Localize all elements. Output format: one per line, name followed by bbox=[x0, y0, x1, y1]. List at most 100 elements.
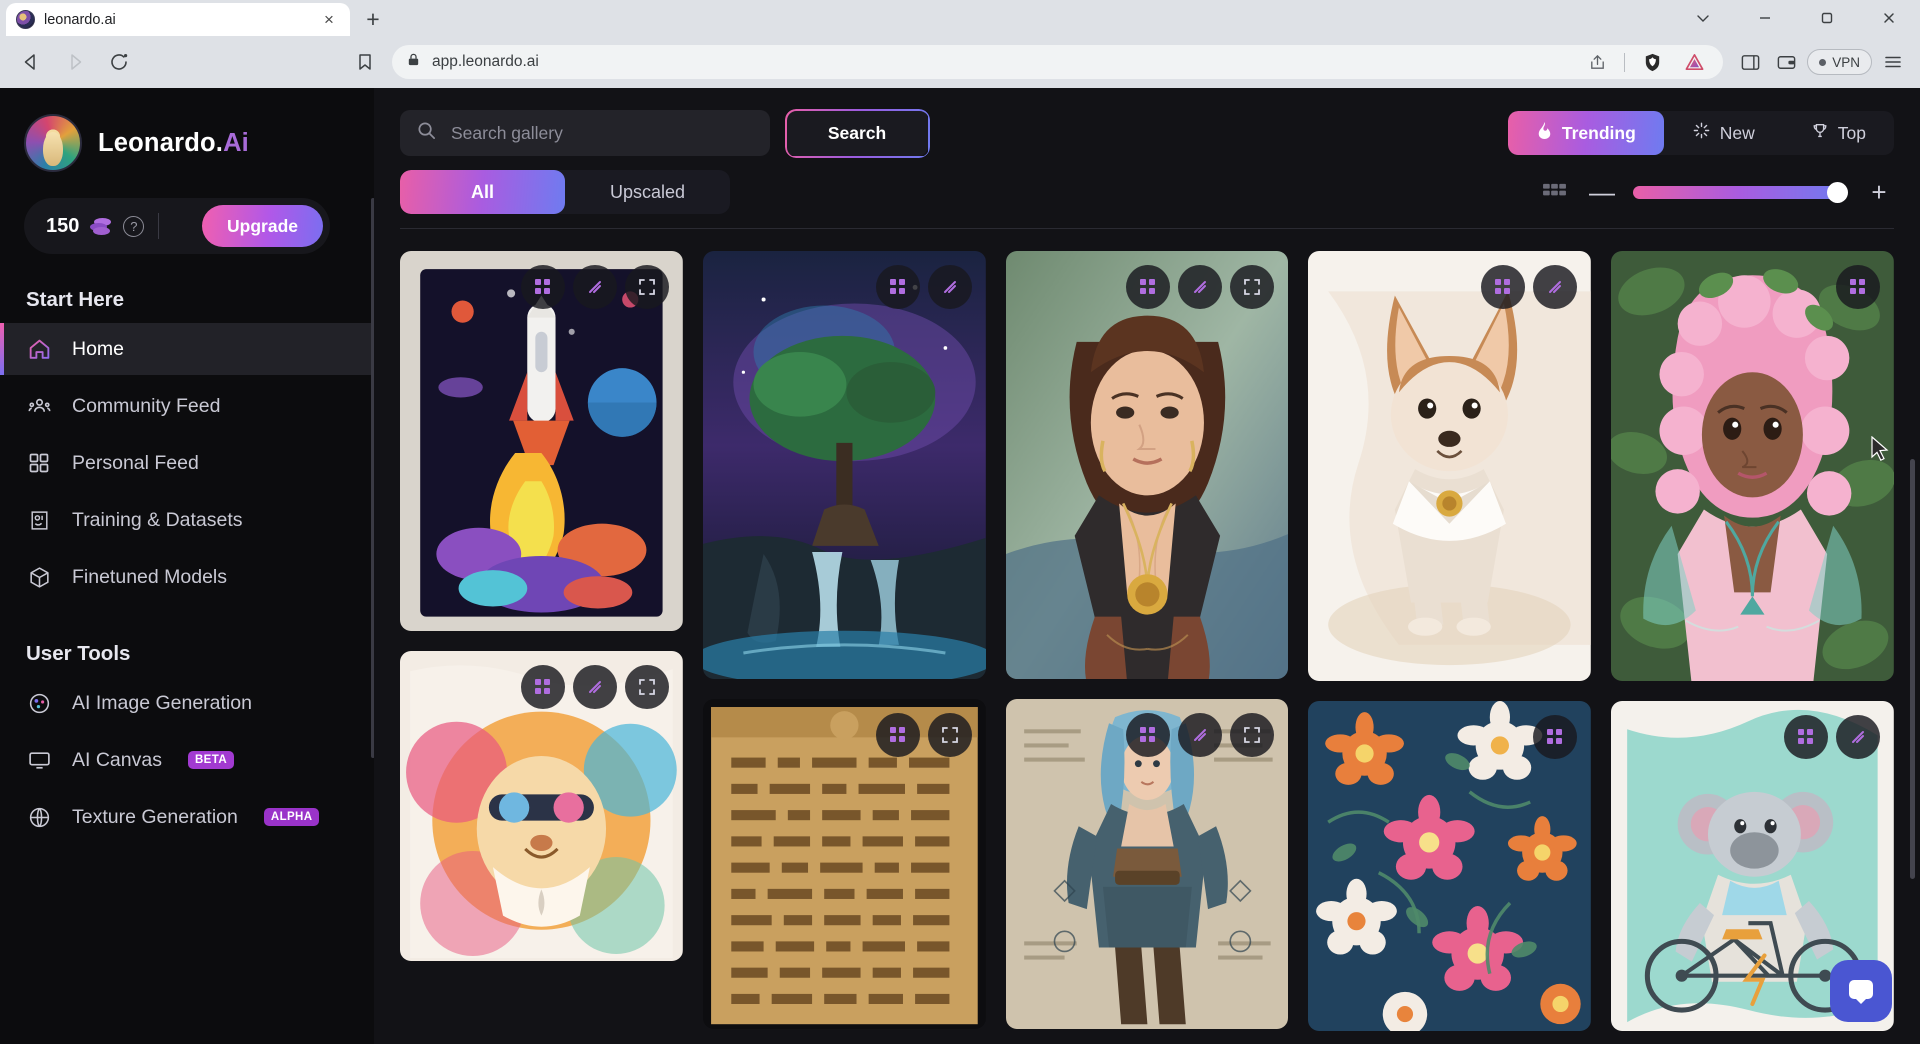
leonardo-logo-icon bbox=[24, 114, 82, 172]
copy-prompt-icon[interactable] bbox=[1835, 265, 1880, 309]
sidebar-item-texture-generation[interactable]: Texture Generation ALPHA bbox=[0, 791, 374, 843]
credits-coin-icon bbox=[90, 218, 112, 235]
copy-prompt-icon[interactable] bbox=[1126, 713, 1171, 757]
gallery-column bbox=[1308, 251, 1592, 1031]
gallery-card-floral-pattern-orange-blue[interactable] bbox=[1308, 701, 1592, 1031]
maximize-icon[interactable] bbox=[1796, 0, 1858, 36]
copy-prompt-icon[interactable] bbox=[520, 265, 565, 309]
share-icon[interactable] bbox=[1582, 47, 1612, 77]
vpn-label: VPN bbox=[1832, 54, 1860, 70]
sidebar-item-ai-image-generation[interactable]: AI Image Generation bbox=[0, 677, 374, 729]
close-icon[interactable]: × bbox=[318, 9, 340, 31]
remix-wand-icon[interactable] bbox=[1533, 265, 1578, 309]
fullscreen-expand-icon[interactable] bbox=[1230, 713, 1275, 757]
brave-wallet-icon[interactable] bbox=[1771, 47, 1801, 77]
copy-prompt-icon[interactable] bbox=[1783, 715, 1828, 759]
app-sidebar: Leonardo.Ai 150 ? Upgrade Start Here Hom… bbox=[0, 88, 375, 1044]
url-text[interactable]: app.leonardo.ai bbox=[432, 53, 1571, 71]
copy-prompt-icon[interactable] bbox=[875, 713, 920, 757]
tab-trending[interactable]: Trending bbox=[1507, 111, 1664, 155]
bookmark-icon[interactable] bbox=[350, 47, 380, 77]
gallery-card-pink-hair-fairy-portrait[interactable] bbox=[1611, 251, 1894, 681]
address-bar[interactable]: app.leonardo.ai bbox=[392, 45, 1724, 79]
fullscreen-expand-icon[interactable] bbox=[624, 265, 669, 309]
gallery-card-rocket-launch-illustration[interactable] bbox=[400, 251, 683, 631]
copy-prompt-icon[interactable] bbox=[520, 665, 565, 709]
gallery-card-blue-hair-warrior-character[interactable] bbox=[1005, 699, 1289, 1029]
vpn-dot-icon bbox=[1819, 58, 1827, 66]
browser-tab[interactable]: leonardo.ai × bbox=[6, 3, 350, 36]
card-action-bar bbox=[1783, 715, 1880, 759]
remix-wand-icon[interactable] bbox=[1178, 265, 1223, 309]
copy-prompt-icon[interactable] bbox=[1533, 715, 1578, 759]
fullscreen-expand-icon[interactable] bbox=[624, 665, 669, 709]
remix-wand-icon[interactable] bbox=[572, 665, 617, 709]
tab-top[interactable]: Top bbox=[1783, 111, 1894, 155]
brand-logo-block[interactable]: Leonardo.Ai bbox=[0, 88, 374, 172]
page-scrollbar[interactable] bbox=[1910, 459, 1915, 879]
tab-strip: leonardo.ai × + bbox=[0, 0, 1920, 36]
search-input[interactable]: Search gallery bbox=[400, 110, 770, 156]
gallery-card-lion-sunglasses-watercolor[interactable] bbox=[400, 651, 683, 961]
zoom-in-button[interactable]: + bbox=[1868, 179, 1890, 205]
remix-wand-icon[interactable] bbox=[1835, 715, 1880, 759]
hamburger-menu-icon[interactable] bbox=[1878, 47, 1908, 77]
toolbar-row-search: Search gallery Search Trending New Top bbox=[400, 110, 1894, 156]
lock-icon bbox=[406, 52, 421, 72]
sidebar-item-label: Personal Feed bbox=[72, 451, 199, 474]
sidebar-item-finetuned-models[interactable]: Finetuned Models bbox=[0, 551, 374, 603]
back-icon[interactable] bbox=[12, 43, 50, 81]
reload-icon[interactable] bbox=[100, 43, 138, 81]
tab-title: leonardo.ai bbox=[44, 11, 116, 28]
sidebar-item-home[interactable]: Home bbox=[0, 323, 374, 375]
vpn-status-badge[interactable]: VPN bbox=[1807, 49, 1872, 75]
page-content: Leonardo.Ai 150 ? Upgrade Start Here Hom… bbox=[0, 88, 1920, 1044]
zoom-slider[interactable] bbox=[1633, 181, 1848, 203]
main-content: Search gallery Search Trending New Top A… bbox=[374, 88, 1920, 1044]
minimize-icon[interactable] bbox=[1734, 0, 1796, 36]
gallery-column bbox=[702, 251, 986, 1031]
gallery-card-chihuahua-watercolor[interactable] bbox=[1308, 251, 1592, 681]
sidebar-item-community-feed[interactable]: Community Feed bbox=[0, 380, 374, 432]
tab-label: Trending bbox=[1561, 122, 1636, 143]
intercom-chat-icon[interactable] bbox=[1830, 960, 1892, 1022]
brave-shield-icon[interactable] bbox=[1637, 47, 1667, 77]
fullscreen-expand-icon[interactable] bbox=[927, 713, 972, 757]
copy-prompt-icon[interactable] bbox=[875, 265, 920, 309]
chevron-down-icon[interactable] bbox=[1672, 0, 1734, 36]
fullscreen-expand-icon[interactable] bbox=[1230, 265, 1275, 309]
divider bbox=[1624, 52, 1626, 72]
grid-density-icon[interactable] bbox=[1541, 181, 1567, 203]
help-circle-icon[interactable]: ? bbox=[123, 215, 145, 237]
gallery-card-egyptian-papyrus-scroll[interactable] bbox=[702, 699, 986, 1029]
window-close-icon[interactable] bbox=[1858, 0, 1920, 36]
tab-all[interactable]: All bbox=[400, 170, 565, 214]
brave-rewards-icon[interactable] bbox=[1679, 47, 1709, 77]
sidebar-item-personal-feed[interactable]: Personal Feed bbox=[0, 437, 374, 489]
gallery-card-cosmic-tree-waterfall[interactable] bbox=[702, 251, 986, 679]
sidebar-item-label: Texture Generation bbox=[72, 805, 238, 828]
sidebar-item-ai-canvas[interactable]: AI Canvas BETA bbox=[0, 734, 374, 786]
copy-prompt-icon[interactable] bbox=[1126, 265, 1171, 309]
tab-upscaled[interactable]: Upscaled bbox=[565, 170, 730, 214]
search-button[interactable]: Search bbox=[786, 110, 928, 156]
copy-prompt-icon[interactable] bbox=[1481, 265, 1526, 309]
status-badge: BETA bbox=[187, 751, 235, 769]
sidebar-item-training-datasets[interactable]: Training & Datasets bbox=[0, 494, 374, 546]
card-action-bar bbox=[875, 265, 972, 309]
artwork-cosmic-tree bbox=[702, 251, 986, 679]
upgrade-button[interactable]: Upgrade bbox=[202, 205, 323, 247]
zoom-out-button[interactable]: — bbox=[1589, 179, 1615, 205]
tab-new[interactable]: New bbox=[1664, 111, 1783, 155]
sidebar-panel-icon[interactable] bbox=[1735, 47, 1765, 77]
zoom-slider-handle[interactable] bbox=[1827, 181, 1848, 203]
remix-wand-icon[interactable] bbox=[927, 265, 972, 309]
trophy-icon bbox=[1811, 122, 1829, 145]
remix-wand-icon[interactable] bbox=[572, 265, 617, 309]
browser-window: leonardo.ai × + app.leonardo.ai VPN Leon… bbox=[0, 0, 1920, 1044]
card-action-bar bbox=[1533, 715, 1578, 759]
gallery-card-portrait-woman-gold-necklace[interactable] bbox=[1005, 251, 1289, 679]
new-tab-button[interactable]: + bbox=[354, 4, 392, 34]
remix-wand-icon[interactable] bbox=[1178, 713, 1223, 757]
credits-amount: 150 bbox=[46, 214, 80, 237]
